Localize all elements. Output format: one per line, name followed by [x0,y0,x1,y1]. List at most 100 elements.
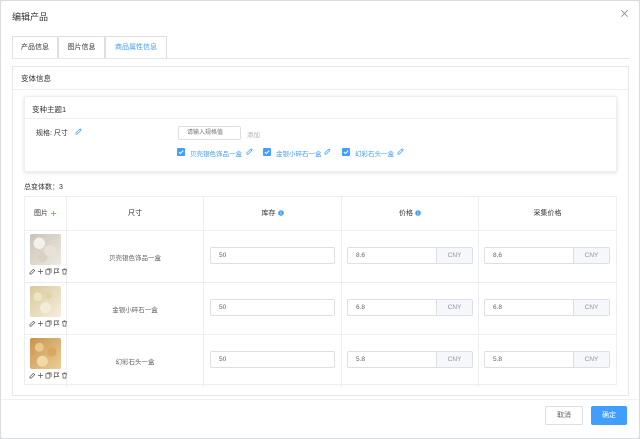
confirm-button[interactable]: 确定 [591,406,627,425]
price-value: 8.6 [356,252,366,259]
stock-cell: 50 [204,231,342,283]
price-cell: 6.8 CNY [342,283,479,335]
checkbox-checked-icon [177,148,185,156]
header-image: 图片 [25,197,67,231]
price-value: 6.8 [356,304,366,311]
stock-input[interactable]: 50 [210,299,335,316]
edit-icon[interactable] [75,128,82,135]
option-label: 金银小碎石一盒 [276,151,322,158]
image-cell [25,283,68,335]
purchase-price-value: 5.8 [493,356,503,363]
copy-icon[interactable] [45,268,52,275]
stock-cell: 50 [204,335,342,387]
divider [25,118,616,119]
spec-label: 规格: 尺寸 [36,130,68,137]
edit-icon[interactable] [397,148,404,155]
price-cell: 5.8 CNY [342,335,479,387]
thumbnail-actions [29,372,68,380]
cancel-button[interactable]: 取消 [545,406,583,425]
product-thumbnail[interactable] [30,338,61,369]
purchase-price-input[interactable]: 5.8 CNY [484,351,610,368]
purchase-price-value: 8.6 [493,252,503,259]
copy-icon[interactable] [45,372,52,379]
stock-input[interactable]: 50 [210,351,335,368]
purchase-price-cell: 5.8 CNY [479,335,616,387]
option-label: 幻彩石头一盒 [355,151,394,158]
header-stock: 库存 [204,197,342,231]
flag-icon[interactable] [53,320,60,327]
variant-section-title: 变体信息 [21,74,51,83]
header-image-label: 图片 [34,210,48,217]
price-cell: 8.6 CNY [342,231,479,283]
header-price: 价格 [342,197,479,231]
add-spec-button[interactable]: 添加 [247,129,260,139]
checkbox-checked-icon [342,148,350,156]
purchase-price-value: 6.8 [493,304,503,311]
tab-attribute-info[interactable]: 商品属性信息 [105,36,167,58]
table-row: 贝壳银色饰品一盒 50 8.6 CNY 8.6 CNY [25,231,616,283]
size-cell: 金银小碎石一盒 [67,283,204,335]
currency-unit: CNY [573,300,609,315]
purchase-price-cell: 8.6 CNY [479,231,616,283]
currency-unit: CNY [573,248,609,263]
size-cell: 幻彩石头一盒 [67,335,204,387]
size-value: 贝壳银色饰品一盒 [109,255,161,262]
edit-icon[interactable] [29,372,36,379]
edit-icon[interactable] [29,268,36,275]
copy-icon[interactable] [45,320,52,327]
variant-theme-card: 变种主题1 规格: 尺寸 添加 贝壳银色饰品一盒 金银小碎石一盒 [24,96,617,172]
header-size: 尺寸 [67,197,204,231]
size-value: 幻彩石头一盒 [115,359,155,366]
edit-icon[interactable] [246,148,253,155]
tab-product-info[interactable]: 产品信息 [12,36,58,58]
dialog-header: 编辑产品 [1,1,639,29]
total-variant-count: 总变体数：3 [24,184,63,191]
info-icon[interactable] [277,210,284,216]
image-cell [25,231,68,283]
edit-icon[interactable] [29,320,36,327]
header-size-label: 尺寸 [128,210,142,217]
size-cell: 贝壳银色饰品一盒 [67,231,204,283]
variant-table: 图片 尺寸 库存 价格 采集价格 贝壳银色饰品一盒 50 8.6 CNY 8.6… [24,196,617,387]
edit-icon[interactable] [324,148,331,155]
purchase-price-input[interactable]: 6.8 CNY [484,299,610,316]
checkbox-checked-icon [263,148,271,156]
info-icon[interactable] [415,210,421,216]
header-price-label: 价格 [399,210,413,217]
spec-value-input[interactable] [178,126,241,140]
price-input[interactable]: 5.8 CNY [347,351,473,368]
price-input[interactable]: 8.6 CNY [347,247,473,264]
flag-icon[interactable] [53,372,60,379]
close-icon[interactable] [619,9,629,19]
price-value: 5.8 [356,356,366,363]
flag-icon[interactable] [53,268,60,275]
add-icon[interactable] [37,268,44,275]
table-row: 幻彩石头一盒 50 5.8 CNY 5.8 CNY [25,335,616,387]
currency-unit: CNY [436,248,472,263]
thumbnail-actions [29,268,68,276]
tab-image-info[interactable]: 图片信息 [58,36,105,58]
product-thumbnail[interactable] [30,286,61,317]
product-thumbnail[interactable] [30,234,61,265]
purchase-price-cell: 6.8 CNY [479,283,616,335]
header-purchase-price-label: 采集价格 [533,210,562,217]
variant-panel: 变体信息 变种主题1 规格: 尺寸 添加 贝壳银色饰品一盒 金银小碎石一盒 [12,66,629,396]
stock-input[interactable]: 50 [210,247,335,264]
currency-unit: CNY [436,300,472,315]
image-cell [25,335,68,387]
currency-unit: CNY [573,352,609,367]
footer-divider [1,399,639,400]
edit-product-dialog: 编辑产品 产品信息 图片信息 商品属性信息 变体信息 变种主题1 规格: 尺寸 … [1,1,639,438]
price-input[interactable]: 6.8 CNY [347,299,473,316]
add-icon[interactable] [37,320,44,327]
tabs-divider [12,58,629,59]
header-purchase-price: 采集价格 [479,197,616,231]
option-label: 贝壳银色饰品一盒 [190,151,242,158]
thumbnail-actions [29,320,68,328]
add-icon[interactable] [37,372,44,379]
plus-icon[interactable] [50,210,57,217]
purchase-price-input[interactable]: 8.6 CNY [484,247,610,264]
currency-unit: CNY [436,352,472,367]
stock-cell: 50 [204,283,342,335]
header-stock-label: 库存 [261,210,276,217]
